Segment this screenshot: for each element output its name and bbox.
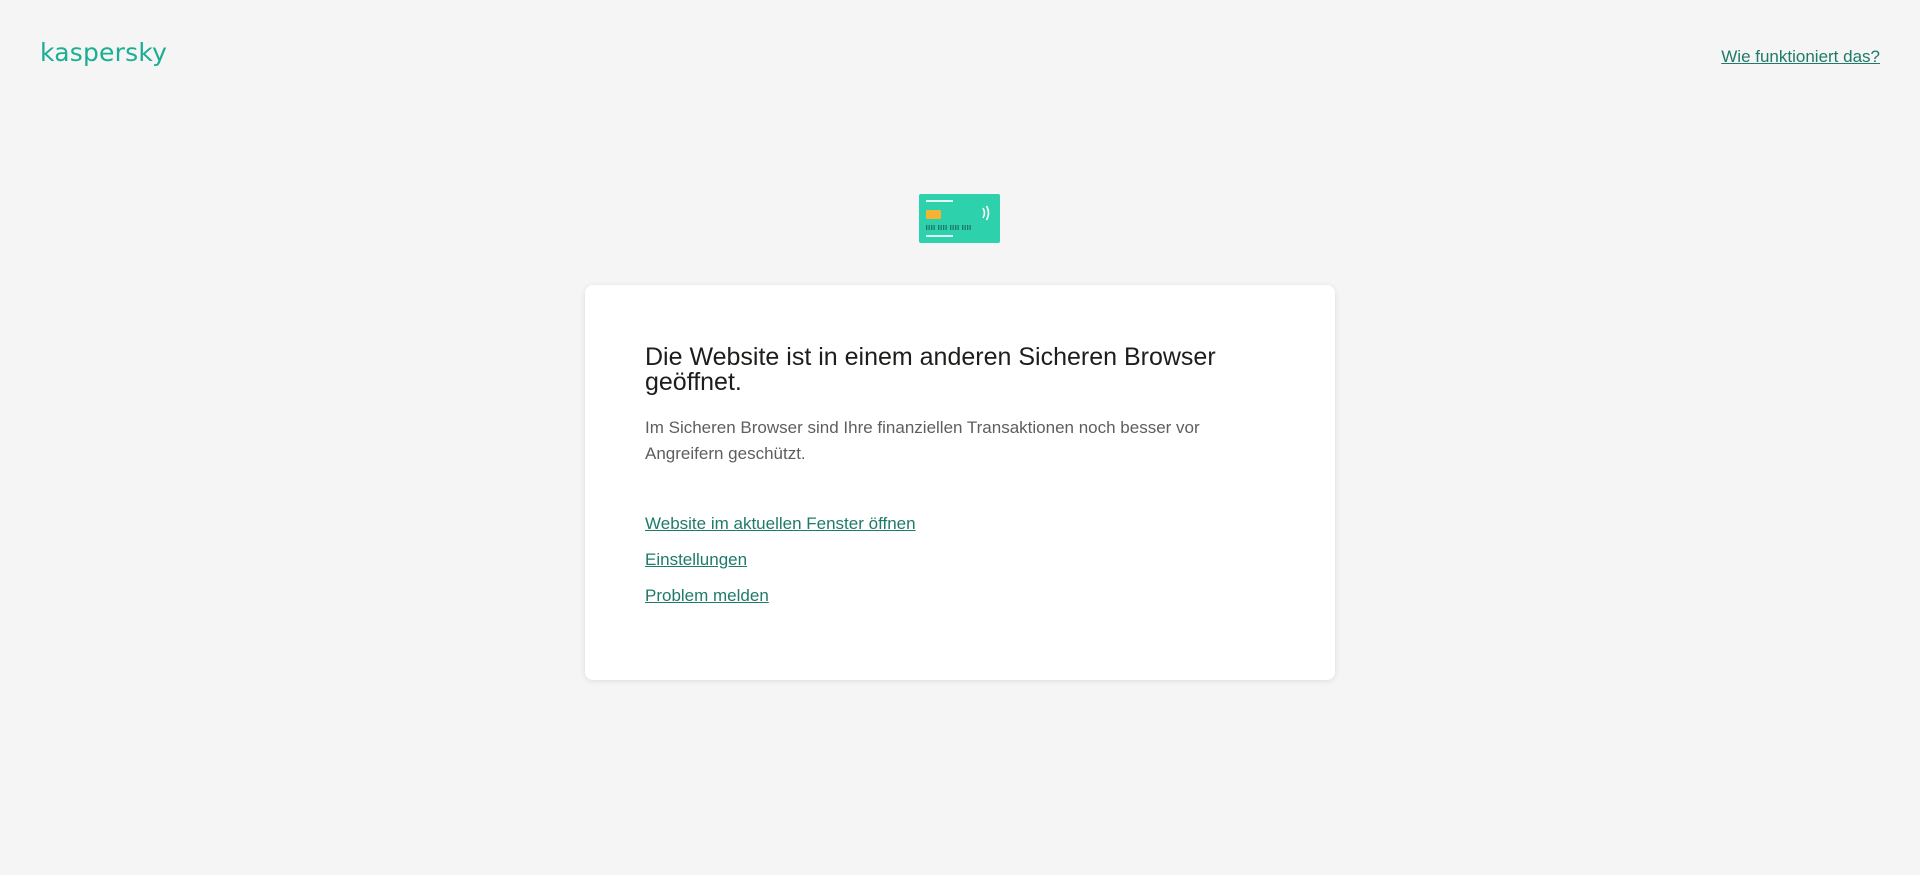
how-it-works-link[interactable]: Wie funktioniert das?	[1721, 47, 1880, 67]
settings-link[interactable]: Einstellungen	[645, 548, 747, 571]
page: kaspersky Wie funktioniert das? Die Webs…	[0, 0, 1920, 875]
kaspersky-logo: kaspersky	[40, 38, 168, 67]
dialog-title: Die Website ist in einem anderen Sichere…	[645, 343, 1216, 396]
dialog-card: Die Website ist in einem anderen Sichere…	[585, 285, 1335, 680]
report-problem-link[interactable]: Problem melden	[645, 584, 769, 607]
dialog-description: Im Sicheren Browser sind Ihre finanziell…	[645, 418, 1200, 463]
open-in-current-window-link[interactable]: Website im aktuellen Fenster öffnen	[645, 512, 916, 535]
bank-card-icon	[919, 194, 1000, 243]
action-links: Website im aktuellen Fenster öffnen Eins…	[645, 512, 1275, 620]
